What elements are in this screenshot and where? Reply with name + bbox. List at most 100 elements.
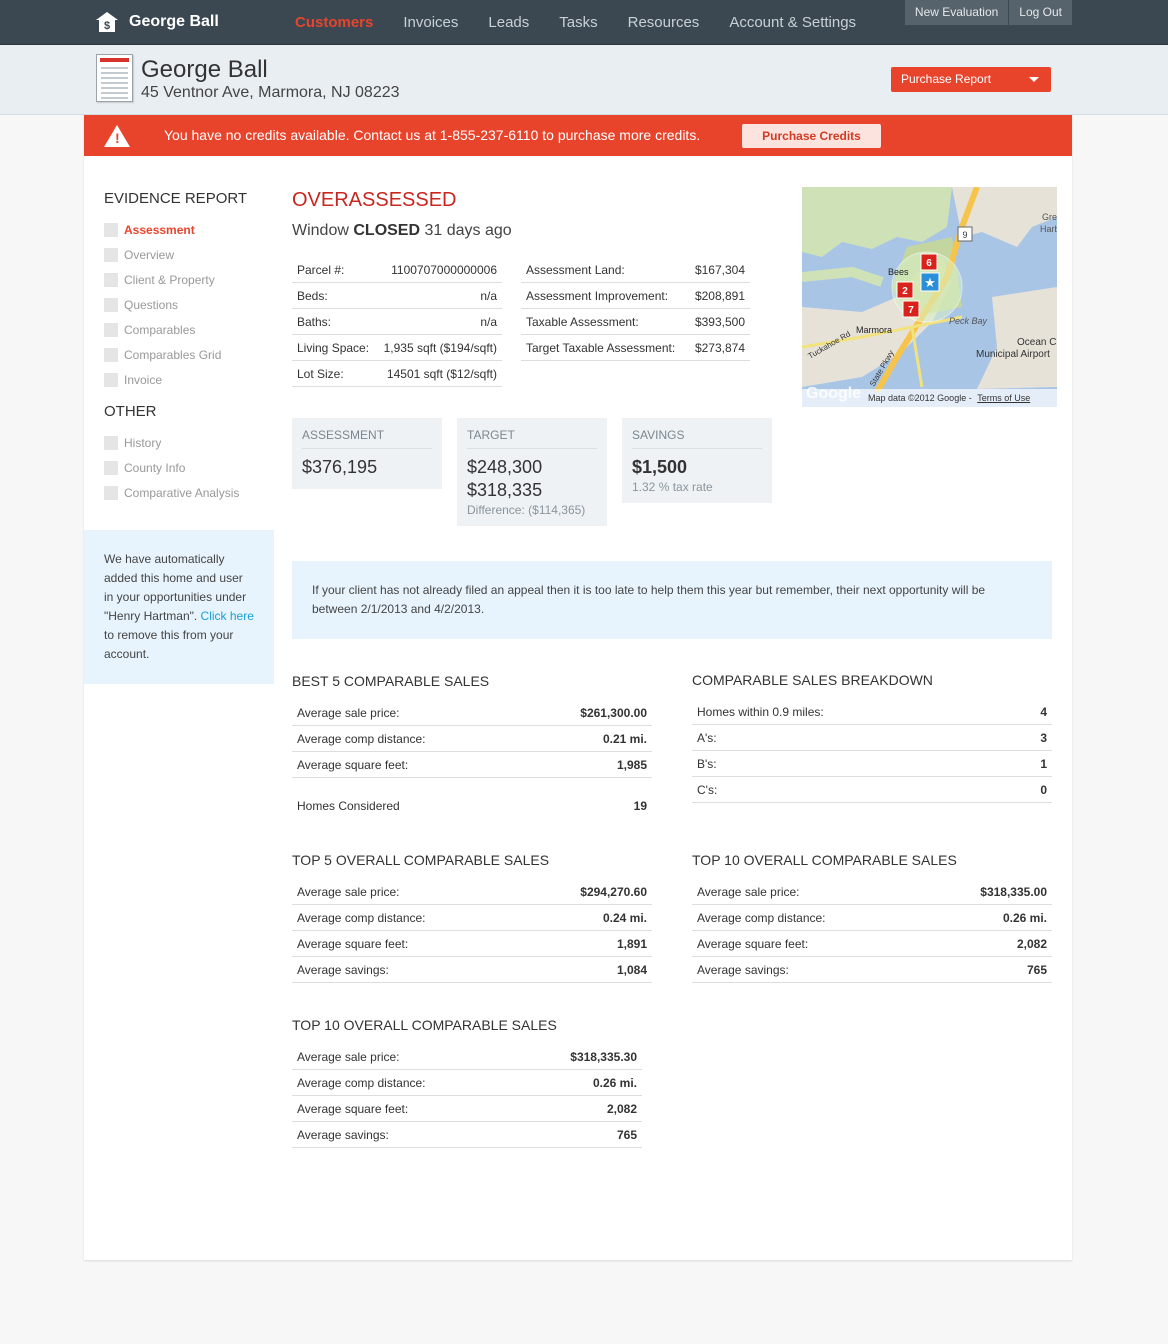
brand[interactable]: $ George Ball (95, 9, 219, 35)
table-row: Living Space: 1,935 sqft ($194/sqft) (292, 335, 502, 361)
purchase-report-dropdown[interactable]: Purchase Report (891, 67, 1051, 92)
top10-bottom-title: TOP 10 OVERALL COMPARABLE SALES (292, 1017, 557, 1033)
main-nav: Customers Invoices Leads Tasks Resources… (280, 0, 871, 45)
map-attribution: Map data ©2012 Google - Terms of Use (802, 389, 1057, 407)
logout-button[interactable]: Log Out (1008, 0, 1072, 25)
sidebar-item-questions[interactable]: Questions (104, 297, 178, 313)
best5-table: Average sale price: $261,300.00 Average c… (292, 700, 652, 819)
checkbox-icon (104, 348, 118, 362)
sidebar-item-assessment[interactable]: Assessment (104, 222, 195, 238)
svg-text:9: 9 (962, 230, 967, 240)
checkbox-icon (104, 436, 118, 450)
checkbox-icon (104, 323, 118, 337)
client-address: 45 Ventnor Ave, Marmora, NJ 08223 (141, 84, 400, 101)
top10-bottom-table: Average sale price: $318,335.30 Average c… (292, 1044, 642, 1148)
table-row: Average square feet: 1,891 (292, 931, 652, 957)
client-name: George Ball (141, 56, 268, 83)
top10-table: Average sale price: $318,335.00 Average c… (692, 879, 1052, 983)
subject-star-marker-icon[interactable]: ★ (920, 272, 940, 292)
table-row: Average square feet: 2,082 (692, 931, 1052, 957)
table-row: Assessment Improvement: $208,891 (521, 283, 750, 309)
table-row: Taxable Assessment: $393,500 (521, 309, 750, 335)
svg-text:2: 2 (902, 286, 908, 297)
svg-text:Harb: Harb (1040, 224, 1057, 234)
nav-resources[interactable]: Resources (613, 0, 715, 45)
savings-value: $1,500 (632, 457, 688, 477)
checkbox-icon (104, 298, 118, 312)
sidebar-item-client-property[interactable]: Client & Property (104, 272, 215, 288)
table-row: Average savings: 765 (292, 1122, 642, 1148)
table-row: Average comp distance: 0.26 mi. (692, 905, 1052, 931)
svg-text:7: 7 (908, 305, 914, 316)
nav-invoices[interactable]: Invoices (388, 0, 473, 45)
sidebar-item-history[interactable]: History (104, 435, 161, 451)
map-marker-7[interactable]: 7 (902, 300, 920, 318)
svg-text:Gre: Gre (1042, 212, 1057, 222)
target-value-high: $318,335 (467, 480, 543, 500)
alert-text: You have no credits available. Contact u… (164, 127, 701, 143)
property-map[interactable]: 9 Bees Marmora Peck Bay Ocean City Munic… (802, 187, 1057, 407)
table-row: Homes within 0.9 miles: 4 (692, 699, 1052, 725)
sidebar-item-county-info[interactable]: County Info (104, 460, 185, 476)
caret-down-icon (1029, 77, 1039, 82)
property-table: Parcel #: 1100707000000006 Beds: n/a Baths… (292, 257, 502, 387)
purchase-credits-button[interactable]: Purchase Credits (742, 124, 881, 148)
map-marker-6[interactable]: 6 (920, 253, 938, 271)
sidebar-item-overview[interactable]: Overview (104, 247, 174, 263)
assessment-table: Assessment Land: $167,304 Assessment Impr… (521, 257, 750, 361)
savings-summary: SAVINGS $1,500 1.32 % tax rate (622, 418, 772, 503)
purchase-report-label: Purchase Report (901, 72, 992, 86)
table-row: Parcel #: 1100707000000006 (292, 257, 502, 283)
sidebar-evidence-title: EVIDENCE REPORT (104, 190, 248, 207)
nav-leads[interactable]: Leads (473, 0, 544, 45)
table-row: B's: 1 (692, 751, 1052, 777)
map-graphic: 9 Bees Marmora Peck Bay Ocean City Munic… (802, 187, 1057, 407)
top10-title: TOP 10 OVERALL COMPARABLE SALES (692, 852, 957, 868)
table-row: Lot Size: 14501 sqft ($12/sqft) (292, 361, 502, 387)
nav-customers[interactable]: Customers (280, 0, 388, 45)
table-row: Average comp distance: 0.26 mi. (292, 1070, 642, 1096)
top5-title: TOP 5 OVERALL COMPARABLE SALES (292, 852, 550, 868)
new-evaluation-button[interactable]: New Evaluation (903, 0, 1009, 25)
terms-of-use-link[interactable]: Terms of Use (977, 393, 1030, 403)
checkbox-icon (104, 373, 118, 387)
breakdown-title: COMPARABLE SALES BREAKDOWN (692, 672, 933, 688)
appeal-window-status: Window CLOSED 31 days ago (292, 222, 512, 239)
svg-text:Peck Bay: Peck Bay (949, 316, 988, 326)
checkbox-icon (104, 461, 118, 475)
appeal-info-box: If your client has not already filed an … (292, 561, 1052, 639)
table-row: Average savings: 1,084 (292, 957, 652, 983)
sidebar-other-title: OTHER (104, 403, 157, 420)
table-row: A's: 3 (692, 725, 1052, 751)
top-navbar: $ George Ball Customers Invoices Leads T… (0, 0, 1168, 45)
sidebar-item-comparables[interactable]: Comparables (104, 322, 195, 338)
remove-opportunity-link[interactable]: Click here (201, 609, 254, 623)
sidebar-item-comparative-analysis[interactable]: Comparative Analysis (104, 485, 239, 501)
client-header: George Ball 45 Ventnor Ave, Marmora, NJ … (0, 45, 1168, 115)
table-row: Average sale price: $318,335.30 (292, 1044, 642, 1070)
top-buttons: New Evaluation Log Out (903, 0, 1072, 25)
nav-account-settings[interactable]: Account & Settings (714, 0, 871, 45)
table-row: Average sale price: $261,300.00 (292, 700, 652, 726)
checkbox-icon (104, 248, 118, 262)
table-row: Homes Considered 19 (297, 799, 647, 813)
checkbox-icon (104, 486, 118, 500)
table-row: Average square feet: 2,082 (292, 1096, 642, 1122)
sidebar-item-comparables-grid[interactable]: Comparables Grid (104, 347, 221, 363)
table-row: Average square feet: 1,985 (292, 752, 652, 778)
svg-text:Ocean City: Ocean City (1017, 337, 1057, 348)
table-row: Baths: n/a (292, 309, 502, 335)
nav-tasks[interactable]: Tasks (544, 0, 612, 45)
house-dollar-icon: $ (95, 11, 119, 33)
svg-text:Marmora: Marmora (856, 325, 892, 335)
sidebar-item-invoice[interactable]: Invoice (104, 372, 162, 388)
table-row: Average comp distance: 0.24 mi. (292, 905, 652, 931)
checkbox-icon (104, 273, 118, 287)
target-value-low: $248,300 (467, 457, 543, 477)
svg-text:6: 6 (926, 258, 932, 269)
svg-text:Bees: Bees (888, 267, 909, 277)
table-row: Average sale price: $318,335.00 (692, 879, 1052, 905)
table-row: C's: 0 (692, 777, 1052, 803)
breakdown-table: Homes within 0.9 miles: 4 A's: 3 B's: 1 C's… (692, 699, 1052, 803)
map-marker-2[interactable]: 2 (896, 281, 914, 299)
